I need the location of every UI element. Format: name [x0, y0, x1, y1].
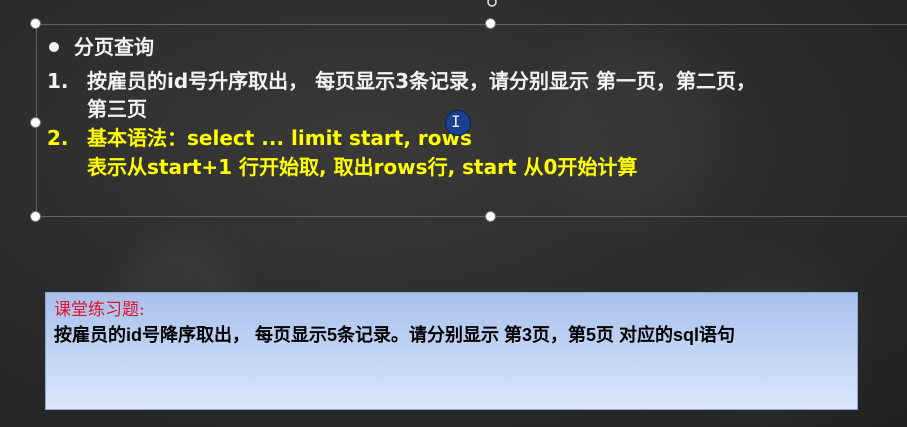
resize-handle-bottom-left[interactable] [31, 212, 40, 221]
section-heading: 分页查询 [74, 35, 154, 59]
resize-handle-top-middle[interactable] [486, 19, 495, 28]
exercise-body: 按雇员的id号降序取出， 每页显示5条记录。请分别显示 第3页，第5页 对应的s… [54, 325, 736, 345]
selected-textbox-frame[interactable] [36, 24, 907, 217]
resize-handle-middle-left[interactable] [31, 118, 40, 127]
text-cursor-icon: I [451, 112, 461, 131]
item1-number: 1. [47, 69, 69, 93]
resize-handle-top-left[interactable] [31, 19, 40, 28]
exercise-box: 课堂练习题: 按雇员的id号降序取出， 每页显示5条记录。请分别显示 第3页，第… [45, 292, 858, 410]
rotate-handle-icon[interactable] [486, 0, 498, 8]
item2-explanation: 表示从start+1 行开始取, 取出rows行, start 从0开始计算 [87, 155, 638, 179]
item1-line1: 按雇员的id号升序取出， 每页显示3条记录，请分别显示 第一页，第二页， [87, 69, 757, 93]
item1-line2: 第三页 [87, 97, 147, 121]
exercise-title: 课堂练习题: [54, 300, 145, 320]
item2-number: 2. [47, 126, 69, 150]
item2-syntax: 基本语法：select ... limit start, rows [87, 126, 472, 150]
resize-handle-bottom-middle[interactable] [486, 212, 495, 221]
bullet-dot [49, 42, 59, 52]
